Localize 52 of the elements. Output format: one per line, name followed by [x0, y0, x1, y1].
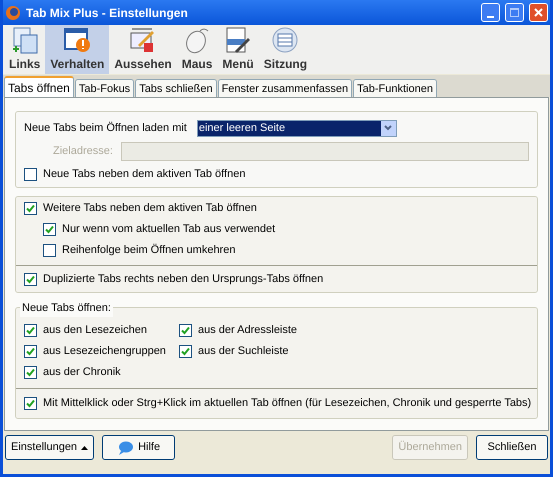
- checkbox[interactable]: [43, 244, 56, 257]
- speech-bubble-icon: [117, 440, 134, 454]
- minimize-button[interactable]: [481, 3, 500, 22]
- checkbox-label: Weitere Tabs neben dem aktiven Tab öffnen: [43, 201, 257, 216]
- checkbox[interactable]: [24, 366, 37, 379]
- help-button[interactable]: Hilfe: [102, 435, 176, 460]
- maximize-button[interactable]: [505, 3, 524, 22]
- menu-button[interactable]: Einstellungen: [5, 435, 94, 460]
- checkbox-label: aus der Adressleiste: [198, 323, 298, 338]
- toolbar-button[interactable]: Aussehen: [109, 25, 177, 74]
- group-title: Neue Tabs öffnen:: [20, 300, 113, 316]
- checkbox[interactable]: [179, 324, 192, 337]
- checkbox-label: Reihenfolge beim Öffnen umkehren: [62, 242, 236, 258]
- checkbox[interactable]: [24, 324, 37, 337]
- page-dropdown[interactable]: einer leeren Seite: [196, 120, 397, 136]
- checkbox[interactable]: [24, 345, 37, 358]
- tab[interactable]: Tab-Funktionen: [353, 79, 437, 97]
- checkbox[interactable]: [24, 202, 37, 215]
- tab[interactable]: Tabs schließen: [135, 79, 217, 97]
- checkbox-label: Duplizierte Tabs rechts neben den Ursprungs-Tabs öffnen: [43, 272, 324, 288]
- checkbox-label: aus der Chronik: [43, 365, 121, 380]
- checkbox[interactable]: [179, 345, 192, 358]
- checkbox[interactable]: [24, 397, 37, 410]
- firefox-logo-icon: [5, 4, 21, 20]
- tab[interactable]: Tabs öffnen: [4, 76, 74, 97]
- toolbar-button[interactable]: Links: [4, 25, 46, 74]
- checkbox[interactable]: [24, 273, 37, 286]
- checkbox[interactable]: [24, 168, 37, 181]
- toolbar-button[interactable]: Menü: [217, 25, 259, 74]
- minimize-icon: [487, 16, 494, 18]
- maximize-icon: [510, 8, 519, 17]
- checkbox[interactable]: [43, 223, 56, 236]
- window-title: Tab Mix Plus - Einstellungen: [26, 4, 189, 22]
- checkbox-label: aus der Suchleiste: [198, 344, 288, 360]
- checkbox-label: aus Lesezeichengruppen: [43, 344, 166, 360]
- session-icon: [270, 25, 300, 55]
- dialog-button[interactable]: Schließen: [476, 435, 548, 460]
- load-label: Neue Tabs beim Öffnen laden mit: [24, 120, 187, 136]
- toolbar-button[interactable]: Verhalten: [45, 25, 110, 74]
- window-warning-icon: [62, 25, 92, 55]
- caret-icon: [81, 446, 88, 450]
- checkbox-label: Mit Mittelklick oder Strg+Klick im aktuellen Tab öffnen (für Lesezeichen, Chronik und gesperrte Tabs): [43, 396, 532, 412]
- toolbar-button[interactable]: Maus: [176, 25, 218, 74]
- target-label: Zieladresse:: [53, 144, 113, 160]
- checkbox-label: aus den Lesezeichen: [43, 323, 147, 338]
- close-icon: [534, 8, 543, 17]
- checkbox-label: Nur wenn vom aktuellen Tab aus verwendet: [62, 222, 276, 238]
- toolbar-button[interactable]: Sitzung: [258, 25, 312, 74]
- tab[interactable]: Tab-Fokus: [74, 79, 134, 97]
- close-button[interactable]: [529, 3, 548, 22]
- tab[interactable]: Fenster zusammenfassen: [218, 79, 352, 97]
- checkbox-label: Neue Tabs neben dem aktiven Tab öffnen: [43, 167, 246, 182]
